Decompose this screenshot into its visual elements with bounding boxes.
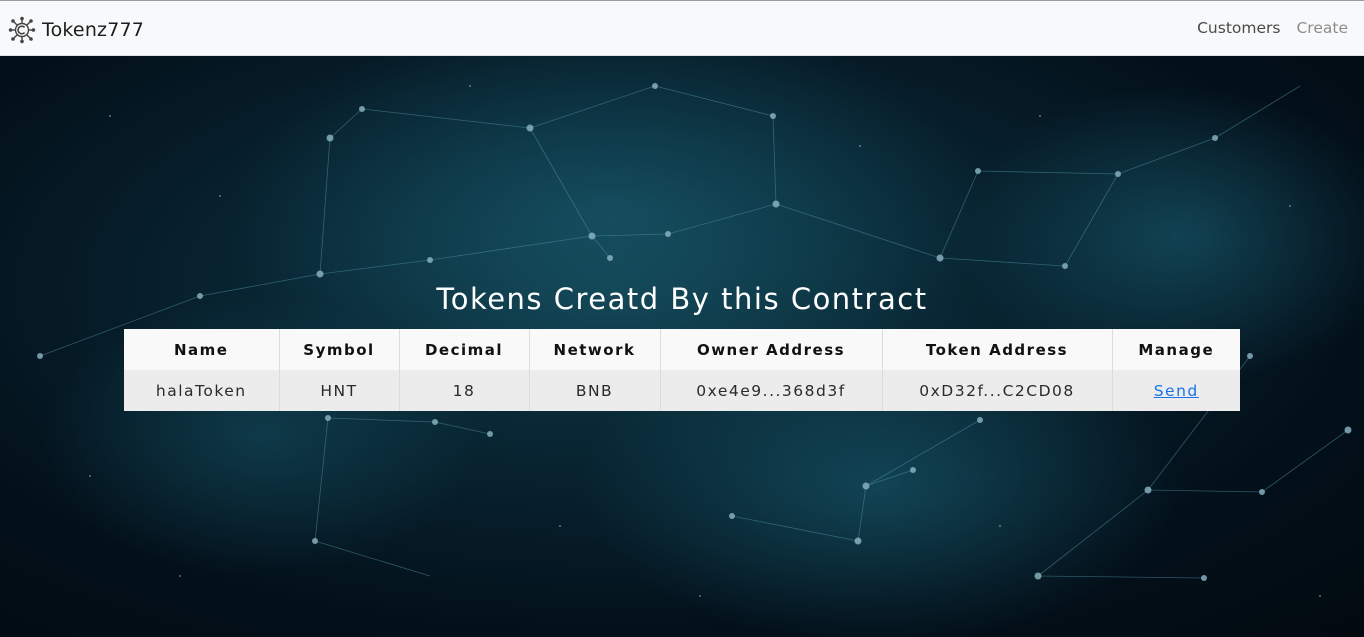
- column-header-name: Name: [124, 329, 280, 370]
- cell-decimal: 18: [399, 370, 530, 411]
- column-header-network: Network: [529, 329, 661, 370]
- cell-network: BNB: [529, 370, 661, 411]
- cell-name: halaToken: [124, 370, 280, 411]
- hero-section: Tokens Creatd By this Contract Name Symb…: [0, 56, 1364, 637]
- send-link[interactable]: Send: [1154, 382, 1199, 400]
- page-title: Tokens Creatd By this Contract: [436, 282, 928, 316]
- cell-owner-address: 0xe4e9...368d3f: [660, 370, 883, 411]
- column-header-decimal: Decimal: [399, 329, 530, 370]
- column-header-manage: Manage: [1138, 340, 1215, 359]
- column-header-symbol: Symbol: [279, 329, 400, 370]
- cell-manage: Send: [1112, 370, 1240, 411]
- brand[interactable]: Tokenz777: [8, 16, 144, 44]
- chain-network-logo-icon: [8, 16, 36, 44]
- table-header-row: Name Symbol Decimal Network Owner Addres…: [124, 329, 1240, 370]
- cell-token-address: 0xD32f...C2CD08: [882, 370, 1113, 411]
- nav-link-create[interactable]: Create: [1296, 19, 1348, 37]
- nav-link-customers[interactable]: Customers: [1197, 19, 1280, 37]
- column-header-owner-address: Owner Address: [660, 329, 883, 370]
- brand-name: Tokenz777: [42, 19, 145, 41]
- navbar: Tokenz777 Customers Create: [0, 0, 1364, 56]
- column-header-token-address: Token Address: [882, 329, 1113, 370]
- tokens-table: Name Symbol Decimal Network Owner Addres…: [124, 329, 1240, 411]
- table-row: halaToken HNT 18 BNB 0xe4e9...368d3f 0xD…: [124, 370, 1240, 411]
- page: Tokenz777 Customers Create Tokens Creatd…: [0, 0, 1364, 637]
- cell-symbol: HNT: [279, 370, 400, 411]
- nav-links: Customers Create: [1197, 19, 1348, 37]
